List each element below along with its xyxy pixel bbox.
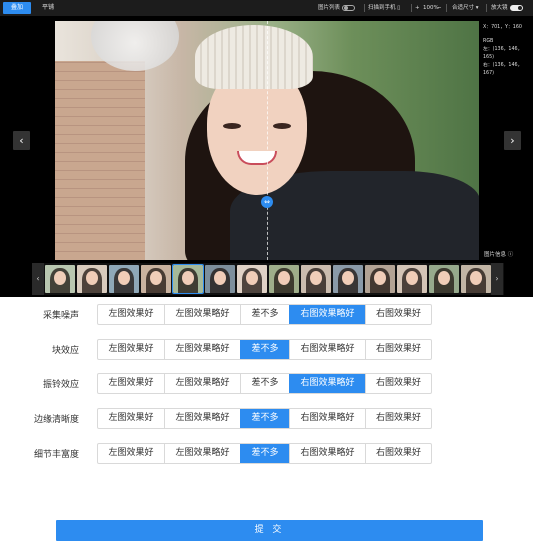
chevron-right-icon[interactable]: › <box>504 131 521 150</box>
rating-option[interactable]: 右图效果略好 <box>289 374 365 393</box>
submit-button[interactable]: 提 交 <box>56 520 483 541</box>
fit-size-label: 合适尺寸 <box>452 5 475 11</box>
thumbnail-item[interactable] <box>205 265 235 293</box>
thumbnail-item[interactable] <box>301 265 331 293</box>
criterion-label: 边缘清晰度 <box>33 415 79 425</box>
scan-to-phone-label: 扫描到手机 <box>368 5 396 11</box>
thumbnail-item[interactable] <box>365 265 395 293</box>
rating-option[interactable]: 左图效果略好 <box>164 305 240 324</box>
rating-row: 振铃效应 左图效果好 左图效果略好 差不多 右图效果略好 右图效果好 <box>0 373 533 394</box>
criterion-label: 细节丰富度 <box>33 450 79 460</box>
toolbar-divider <box>411 4 412 12</box>
rgb-title: RGB <box>483 39 494 44</box>
chevron-left-icon[interactable]: ‹ <box>32 263 44 295</box>
info-icon: ⓘ <box>507 252 514 258</box>
chevron-left-icon[interactable]: ‹ <box>13 131 30 150</box>
rating-option[interactable]: 左图效果好 <box>98 305 164 324</box>
magnifier-label: 放大镜 <box>491 5 508 11</box>
rating-option[interactable]: 左图效果好 <box>98 444 164 463</box>
image-list-toggle[interactable]: 图片列表 <box>318 2 356 14</box>
viewer-toolbar: 叠加 平铺 图片列表 扫描到手机 ▯ + 100% − 合适尺寸 ▾ 放大镜 <box>0 0 533 16</box>
toolbar-divider <box>364 4 365 12</box>
rating-option[interactable]: 左图效果略好 <box>164 444 240 463</box>
rating-option-group: 左图效果好 左图效果略好 差不多 右图效果略好 右图效果好 <box>97 443 432 464</box>
pixel-info-panel: X：701，Y：160 RGB 左：(136，146，165) 右：(136，1… <box>483 24 531 78</box>
thumbnail-item[interactable] <box>45 265 75 293</box>
thumbnail-item[interactable] <box>269 265 299 293</box>
rating-option-group: 左图效果好 左图效果略好 差不多 右图效果略好 右图效果好 <box>97 373 432 394</box>
rating-option[interactable]: 右图效果好 <box>365 305 431 324</box>
rating-option[interactable]: 右图效果略好 <box>289 340 365 359</box>
rating-option[interactable]: 右图效果略好 <box>289 409 365 428</box>
rating-option[interactable]: 左图效果略好 <box>164 374 240 393</box>
zoom-in-button[interactable]: + <box>415 2 420 14</box>
rating-option[interactable]: 右图效果略好 <box>289 444 365 463</box>
photo-info-button[interactable]: 图片信息 ⓘ <box>484 250 513 258</box>
rating-option[interactable]: 右图效果好 <box>365 374 431 393</box>
criterion-label: 振铃效应 <box>42 380 79 390</box>
thumbnail-item[interactable] <box>77 265 107 293</box>
cursor-coords: X：701，Y：160 <box>483 25 522 30</box>
rating-option[interactable]: 差不多 <box>240 305 289 324</box>
tab-side-by-side[interactable]: 平铺 <box>34 2 62 14</box>
image-compare-viewer: 叠加 平铺 图片列表 扫描到手机 ▯ + 100% − 合适尺寸 ▾ 放大镜 ⇔… <box>0 0 533 297</box>
chevron-right-icon[interactable]: › <box>491 263 503 295</box>
rgb-left-value: 左：(136，146，165) <box>483 47 523 60</box>
split-drag-icon[interactable]: ⇔ <box>261 196 273 208</box>
photo-eye <box>223 123 241 129</box>
rating-row: 块效应 左图效果好 左图效果略好 差不多 右图效果略好 右图效果好 <box>0 339 533 360</box>
tab-overlay[interactable]: 叠加 <box>3 2 31 14</box>
rating-option[interactable]: 左图效果好 <box>98 374 164 393</box>
rgb-right-value: 右：(136，146，167) <box>483 63 523 76</box>
thumbnail-item[interactable] <box>461 265 491 293</box>
rating-option[interactable]: 左图效果好 <box>98 409 164 428</box>
rating-option-group: 左图效果好 左图效果略好 差不多 右图效果略好 右图效果好 <box>97 304 432 325</box>
rating-option[interactable]: 右图效果略好 <box>289 305 365 324</box>
toolbar-divider <box>446 4 447 12</box>
thumbnail-item[interactable] <box>397 265 427 293</box>
rating-row: 采集噪声 左图效果好 左图效果略好 差不多 右图效果略好 右图效果好 <box>0 304 533 325</box>
rating-row: 边缘清晰度 左图效果好 左图效果略好 差不多 右图效果略好 右图效果好 <box>0 408 533 429</box>
rating-option[interactable]: 右图效果好 <box>365 444 431 463</box>
photo-info-label: 图片信息 <box>484 252 507 258</box>
photo-hat <box>195 25 313 89</box>
caret-down-icon: ▾ <box>475 5 479 11</box>
magnifier-switch[interactable] <box>509 4 523 11</box>
rating-option-group: 左图效果好 左图效果略好 差不多 右图效果略好 右图效果好 <box>97 339 432 360</box>
photo-wall <box>55 61 145 260</box>
thumbnail-item[interactable] <box>237 265 267 293</box>
rating-option[interactable]: 右图效果好 <box>365 409 431 428</box>
rating-option[interactable]: 左图效果略好 <box>164 409 240 428</box>
rating-option[interactable]: 差不多 <box>240 409 289 428</box>
thumbnail-item[interactable] <box>141 265 171 293</box>
magnifier-toggle[interactable]: 放大镜 <box>491 2 523 14</box>
image-list-switch[interactable] <box>342 4 356 11</box>
rating-option[interactable]: 差不多 <box>240 444 289 463</box>
zoom-out-button[interactable]: − <box>437 2 442 14</box>
thumbnail-item[interactable] <box>429 265 459 293</box>
rating-option[interactable]: 左图效果略好 <box>164 340 240 359</box>
thumbnail-item[interactable] <box>333 265 363 293</box>
criterion-label: 块效应 <box>51 346 79 356</box>
thumbnail-list <box>45 264 491 294</box>
split-line[interactable] <box>267 21 268 260</box>
thumbnail-item[interactable] <box>109 265 139 293</box>
criterion-label: 采集噪声 <box>42 311 79 321</box>
photo-eye <box>273 123 291 129</box>
toolbar-divider <box>486 4 487 12</box>
rating-option-group: 左图效果好 左图效果略好 差不多 右图效果略好 右图效果好 <box>97 408 432 429</box>
rating-option[interactable]: 差不多 <box>240 340 289 359</box>
rating-option[interactable]: 差不多 <box>240 374 289 393</box>
rating-option[interactable]: 左图效果好 <box>98 340 164 359</box>
thumbnail-item[interactable] <box>172 264 204 294</box>
phone-icon: ▯ <box>397 5 401 11</box>
fit-size-dropdown[interactable]: 合适尺寸 ▾ <box>452 2 479 14</box>
rating-option[interactable]: 右图效果好 <box>365 340 431 359</box>
image-list-label: 图片列表 <box>318 5 341 11</box>
rating-row: 细节丰富度 左图效果好 左图效果略好 差不多 右图效果略好 右图效果好 <box>0 443 533 464</box>
scan-to-phone-button[interactable]: 扫描到手机 ▯ <box>368 2 400 14</box>
